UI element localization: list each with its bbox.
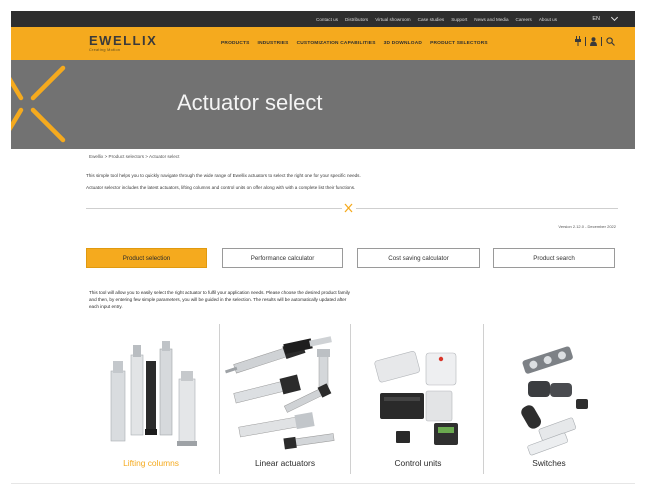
nav-icon-separator bbox=[601, 36, 602, 46]
utility-link-case-studies[interactable]: Case studies bbox=[418, 17, 445, 22]
top-utility-bar: Contact us Distributors Virtual showroom… bbox=[11, 11, 635, 27]
divider-x-icon bbox=[344, 203, 353, 213]
nav-menu: PRODUCTS INDUSTRIES CUSTOMIZATION CAPABI… bbox=[221, 27, 488, 60]
tab-performance-calculator[interactable]: Performance calculator bbox=[222, 248, 343, 268]
logo-tagline: Creating Motion bbox=[89, 48, 121, 52]
utility-link-virtual-showroom[interactable]: Virtual showroom bbox=[375, 17, 410, 22]
selection-description-3: each input entry. bbox=[89, 304, 123, 309]
product-label-switches: Switches bbox=[532, 458, 566, 468]
hero-banner: Actuator select bbox=[11, 60, 635, 149]
lifting-columns-image bbox=[110, 341, 197, 446]
column-separator bbox=[350, 324, 351, 474]
tab-product-selection[interactable]: Product selection bbox=[86, 248, 207, 268]
breadcrumb[interactable]: Ewellix > Product selectors > Actuator s… bbox=[89, 154, 179, 159]
version-label: Version 2.12.0 - December 2022 bbox=[558, 224, 616, 229]
product-label-control-units: Control units bbox=[394, 458, 442, 468]
utility-link-about[interactable]: About us bbox=[539, 17, 557, 22]
selection-description-2: and then, by entering few simple paramet… bbox=[89, 297, 347, 302]
main-navbar: EWELLIX Creating Motion PRODUCTS INDUSTR… bbox=[11, 27, 635, 60]
product-card-linear-actuators[interactable]: Linear actuators bbox=[224, 331, 346, 481]
ewellix-logo[interactable]: EWELLIX Creating Motion bbox=[89, 33, 157, 52]
utility-link-support[interactable]: Support bbox=[451, 17, 467, 22]
product-card-control-units[interactable]: Control units bbox=[356, 331, 480, 481]
utility-link-careers[interactable]: Careers bbox=[516, 17, 532, 22]
tab-product-search[interactable]: Product search bbox=[493, 248, 615, 268]
column-separator bbox=[483, 324, 484, 474]
divider-left bbox=[86, 208, 342, 209]
utility-link-news[interactable]: News and Media bbox=[474, 17, 508, 22]
intro-text-2: Actuator selector includes the latest ac… bbox=[86, 185, 356, 190]
divider-right bbox=[356, 208, 618, 209]
bottom-border bbox=[11, 483, 635, 484]
product-card-switches[interactable]: Switches bbox=[488, 331, 610, 481]
utility-link-distributors[interactable]: Distributors bbox=[345, 17, 368, 22]
language-label: EN bbox=[592, 16, 600, 22]
nav-item-product-selectors[interactable]: PRODUCT SELECTORS bbox=[430, 41, 488, 46]
power-plug-icon[interactable] bbox=[575, 36, 581, 46]
nav-item-industries[interactable]: INDUSTRIES bbox=[258, 41, 289, 46]
nav-icons bbox=[575, 36, 615, 46]
hero-x-mark bbox=[11, 65, 66, 143]
linear-actuators-image bbox=[225, 336, 335, 450]
nav-item-products[interactable]: PRODUCTS bbox=[221, 41, 250, 46]
chevron-down-icon bbox=[610, 13, 619, 22]
utility-links: Contact us Distributors Virtual showroom… bbox=[316, 11, 557, 27]
logo-text: EWELLIX bbox=[89, 33, 158, 48]
page: Contact us Distributors Virtual showroom… bbox=[11, 11, 635, 485]
nav-item-3d-download[interactable]: 3D DOWNLOAD bbox=[384, 41, 422, 46]
product-label-lifting-columns: Lifting columns bbox=[123, 458, 179, 468]
search-icon[interactable] bbox=[606, 36, 615, 46]
tab-cost-saving-calculator[interactable]: Cost saving calculator bbox=[357, 248, 480, 268]
nav-icon-separator bbox=[585, 36, 586, 46]
switches-image bbox=[521, 346, 588, 456]
product-card-lifting-columns[interactable]: Lifting columns bbox=[91, 331, 211, 481]
nav-item-customization[interactable]: CUSTOMIZATION CAPABILITIES bbox=[297, 41, 376, 46]
selection-description-1: This tool will allow you to easily selec… bbox=[89, 290, 350, 295]
page-title: Actuator select bbox=[177, 90, 323, 115]
intro-text-1: This simple tool helps you to quickly na… bbox=[86, 173, 361, 178]
column-separator bbox=[219, 324, 220, 474]
user-icon[interactable] bbox=[590, 36, 597, 46]
control-units-image bbox=[374, 351, 458, 445]
utility-link-contact[interactable]: Contact us bbox=[316, 17, 338, 22]
language-selector[interactable]: EN bbox=[592, 13, 619, 25]
product-label-linear-actuators: Linear actuators bbox=[254, 458, 316, 468]
